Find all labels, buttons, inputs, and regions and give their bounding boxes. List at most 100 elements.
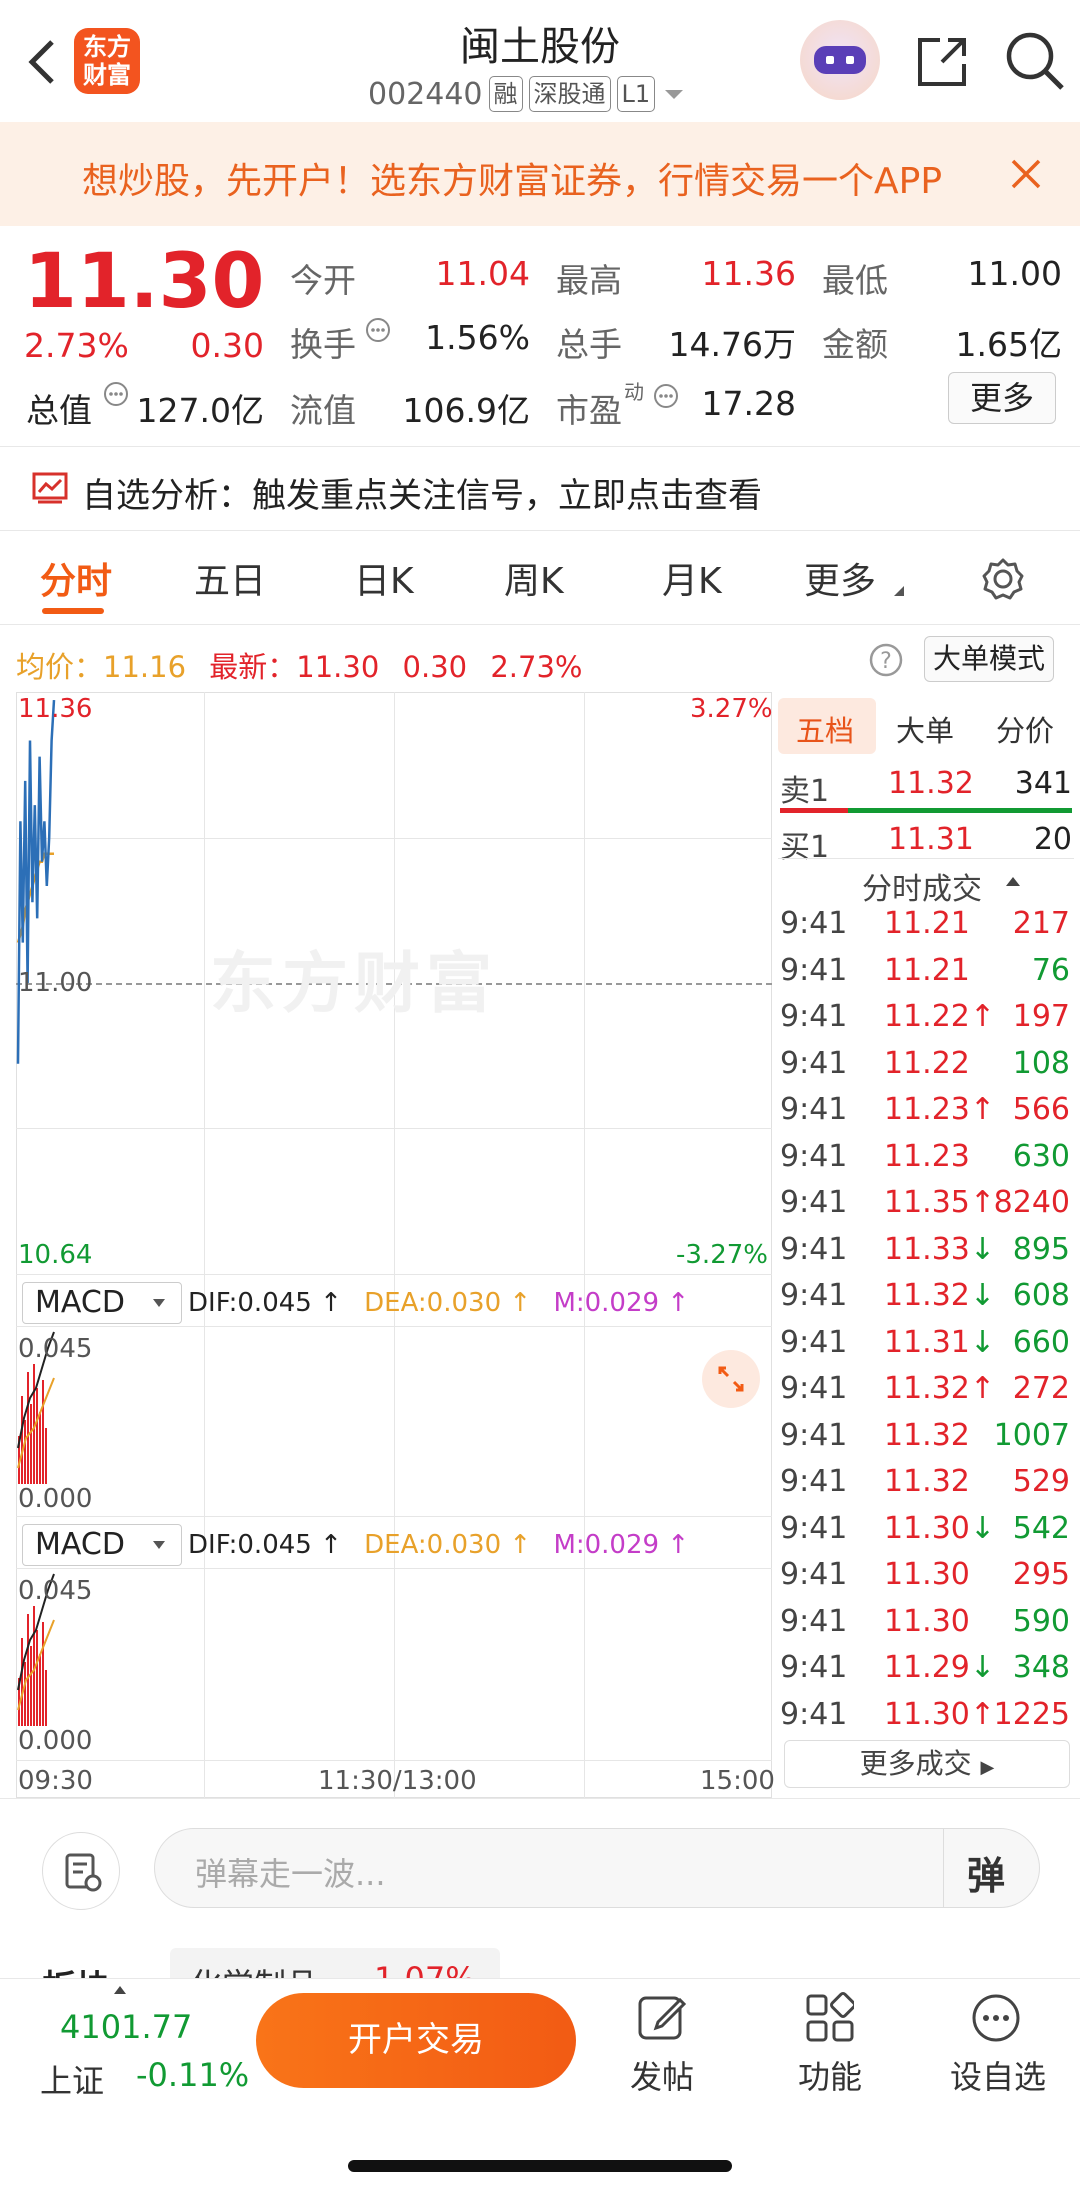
tick-time: 9:41 <box>780 1464 848 1499</box>
analysis-link[interactable]: 自选分析：触发重点关注信号，立即点击查看 <box>82 468 762 517</box>
tab-indicator <box>42 608 104 614</box>
high-label: 最高 <box>556 261 622 300</box>
edit-post-icon[interactable] <box>636 1992 686 2042</box>
indicator-select[interactable]: MACD <box>22 1524 182 1566</box>
grid-line <box>16 1760 772 1761</box>
settings-gear-icon[interactable] <box>980 556 1026 602</box>
more-ticks-label: 更多成交 <box>859 1747 972 1780</box>
info-icon[interactable] <box>102 380 130 408</box>
tick-volume: 1007 <box>993 1417 1070 1453</box>
more-ticks-button[interactable]: 更多成交 ▶ <box>784 1740 1070 1788</box>
open-account-banner[interactable]: 想炒股，先开户！选东方财富证券，行情交易一个APP <box>0 122 1080 226</box>
expand-icon[interactable] <box>702 1350 760 1408</box>
share-icon[interactable] <box>912 32 972 92</box>
mktcap-label: 总值 <box>26 391 92 430</box>
tick-price: 11.23 <box>884 1138 970 1174</box>
macd-bar <box>36 1630 38 1726</box>
index-value[interactable]: 4101.77 <box>60 2008 192 2046</box>
macd-bar <box>30 1646 32 1726</box>
tab-more[interactable]: 更多 <box>804 552 876 604</box>
dropdown-icon <box>665 90 684 99</box>
danmu-toggle-button[interactable]: 弹 <box>967 1845 1005 1900</box>
tick-row: 9:41 11.23↑ 566 <box>778 1092 1074 1138</box>
tick-time: 9:41 <box>780 952 848 988</box>
more-dots-icon[interactable] <box>970 1992 1020 2042</box>
sell1-volume: 341 <box>1014 766 1072 801</box>
amount-value: 1.65亿 <box>955 325 1062 364</box>
info-icon[interactable] <box>364 316 392 344</box>
index-name: 上证 <box>40 2062 105 2100</box>
expand-up-icon[interactable] <box>112 1984 128 1996</box>
close-icon[interactable] <box>1010 158 1042 190</box>
tick-row: 9:41 11.30↓ 542 <box>778 1511 1074 1557</box>
tick-time: 9:41 <box>780 906 848 941</box>
stock-code-line[interactable]: 002440 融 深股通 L1 <box>368 76 687 112</box>
open-account-button[interactable]: 开户交易 <box>256 1993 576 2088</box>
tick-row: 9:41 11.21 76 <box>778 953 1074 999</box>
y-mid-label: 11.00 <box>18 968 93 998</box>
side-tab-price-dist[interactable]: 分价 <box>996 708 1054 750</box>
watchlist-label[interactable]: 设自选 <box>950 2052 1046 2098</box>
tab-weekly-k[interactable]: 周K <box>504 552 564 604</box>
m-value: M:0.029 ↑ <box>553 1288 690 1318</box>
tick-volume: 295 <box>1012 1557 1070 1592</box>
float-label: 流值 <box>290 391 356 430</box>
tick-price: 11.32↓ <box>884 1278 996 1313</box>
divider <box>0 446 1080 447</box>
more-quote-button[interactable]: 更多 <box>948 372 1056 424</box>
sector-row[interactable]: 板块 化学制品 1.07% <box>0 1944 1080 1980</box>
tick-price: 11.30↓ <box>884 1510 996 1546</box>
side-tab-order-book[interactable]: 五档 <box>796 708 854 750</box>
big-order-mode-button[interactable]: 大单模式 <box>924 636 1054 682</box>
tick-volume: 8240 <box>993 1185 1070 1220</box>
latest-value: 11.30 <box>296 650 380 684</box>
tick-time: 9:41 <box>780 1278 848 1313</box>
macd-bar <box>39 1654 41 1726</box>
macd-bar <box>36 1388 38 1484</box>
tick-row: 9:41 11.33↓ 895 <box>778 1232 1074 1278</box>
tick-volume: 217 <box>1012 906 1070 941</box>
tick-volume: 76 <box>1031 952 1070 988</box>
macd-bar <box>45 1670 47 1726</box>
side-tab-big-orders[interactable]: 大单 <box>896 708 954 750</box>
info-icon[interactable] <box>652 382 680 410</box>
low-value: 11.00 <box>967 254 1062 293</box>
post-label[interactable]: 发帖 <box>630 2052 694 2098</box>
dropdown-icon <box>153 1541 165 1549</box>
tab-daily-k[interactable]: 日K <box>354 552 414 604</box>
intraday-price-chart[interactable] <box>16 692 772 1274</box>
y-bottom-label: 10.64 <box>18 1240 93 1270</box>
tick-volume: 566 <box>1012 1092 1070 1127</box>
tick-row: 9:41 11.35↑ 8240 <box>778 1185 1074 1231</box>
danmu-input[interactable]: 弹幕走一波... 弹 <box>154 1828 1040 1908</box>
ticks-title[interactable]: 分时成交 <box>862 864 982 908</box>
indicator-select[interactable]: MACD <box>22 1282 182 1324</box>
search-icon[interactable] <box>1004 30 1066 92</box>
x-tick-midday: 11:30/13:00 <box>318 1766 477 1796</box>
tick-row: 9:41 11.22 108 <box>778 1046 1074 1092</box>
change-amt: 0.30 <box>190 326 264 365</box>
pct-bottom-label: -3.27% <box>676 1240 768 1270</box>
tab-monthly-k[interactable]: 月K <box>662 552 722 604</box>
tick-price: 11.30 <box>884 1603 970 1639</box>
macd-chart[interactable] <box>16 1570 772 1756</box>
pct-top-label: 3.27% <box>690 694 773 724</box>
sector-chip[interactable]: 化学制品 1.07% <box>170 1948 500 1980</box>
tab-intraday[interactable]: 分时 <box>40 552 112 604</box>
help-icon[interactable]: ? <box>868 642 904 678</box>
divider <box>0 624 1080 625</box>
grid-apps-icon[interactable] <box>804 1992 854 2042</box>
danmu-settings-icon[interactable] <box>42 1832 120 1910</box>
level-tag: L1 <box>616 76 656 112</box>
mktcap-value: 127.0亿 <box>136 391 264 430</box>
macd-chart[interactable] <box>16 1328 772 1514</box>
tab-five-day[interactable]: 五日 <box>194 552 266 604</box>
open-value: 11.04 <box>435 254 530 293</box>
latest-pct: 2.73% <box>490 650 583 684</box>
func-label[interactable]: 功能 <box>798 2052 862 2098</box>
change-pct: 2.73% <box>24 326 129 365</box>
tick-price: 11.21 <box>884 906 970 941</box>
tick-volume: 630 <box>1012 1138 1070 1174</box>
tab-more-triangle-icon <box>894 586 904 596</box>
robot-avatar-icon[interactable] <box>800 20 880 100</box>
